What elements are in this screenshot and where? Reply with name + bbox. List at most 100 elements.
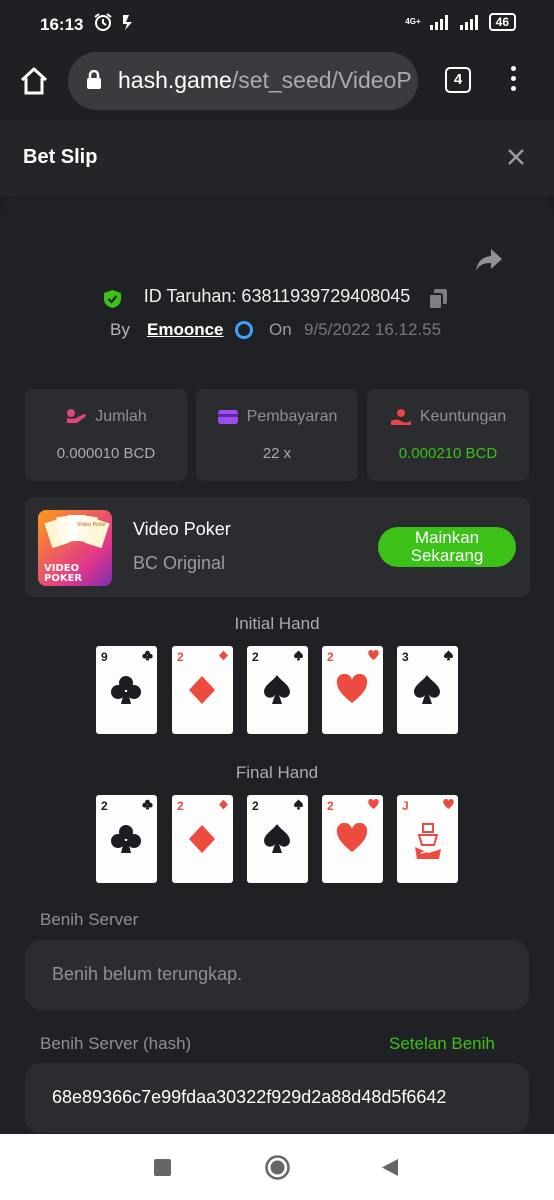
more-options-icon[interactable] [509, 66, 517, 96]
stat-value: 0.000010 BCD [56, 445, 156, 462]
clubs-suit-icon [111, 825, 141, 853]
game-thumbnail: Video Poker VIDEO POKER [38, 510, 112, 586]
url-path: /set_seed/VideoP [231, 67, 412, 93]
bet-date: 9/5/2022 16.12.55 [304, 320, 442, 339]
hearts-pip-icon [443, 799, 454, 809]
playing-card: 3 [397, 646, 458, 734]
home-nav-icon[interactable] [264, 1154, 291, 1181]
signal-icon-2 [459, 15, 478, 30]
share-icon[interactable] [475, 247, 503, 273]
card-rank: 2 [327, 799, 334, 813]
address-bar[interactable]: hash.game/set_seed/VideoP [68, 52, 418, 110]
stat-value: 22 x [262, 445, 292, 462]
playing-card: 9 [96, 646, 157, 734]
diamonds-suit-icon [189, 825, 215, 853]
playing-card: 2 [322, 646, 383, 734]
tab-switcher-button[interactable]: 4 [445, 67, 471, 93]
hearts-pip-icon [368, 650, 379, 660]
video-poker-logo: Video Poker VIDEO POKER [44, 514, 110, 584]
by-label: By [110, 320, 130, 339]
playing-card: 2 [96, 795, 157, 883]
server-seed-field[interactable]: Benih belum terungkap. [25, 940, 529, 1010]
spades-suit-icon [414, 675, 440, 704]
game-name: Video Poker [133, 519, 231, 539]
playing-card: 2 [172, 646, 233, 734]
stat-label: Jumlah [95, 408, 147, 426]
clock: 16:13 [40, 15, 84, 34]
url-host: hash.game [118, 67, 232, 93]
battery-icon: 46 [488, 13, 516, 31]
card-rank: 2 [327, 650, 334, 664]
card-rank: 9 [101, 650, 108, 664]
hearts-suit-icon [336, 674, 368, 703]
diamonds-suit-icon [189, 676, 215, 704]
spades-pip-icon [294, 650, 303, 661]
game-card: Video Poker VIDEO POKER Video Poker BC O… [25, 497, 530, 597]
card-rank: 3 [402, 650, 409, 664]
browser-toolbar: hash.game/set_seed/VideoP 4 [0, 48, 554, 120]
recents-icon[interactable] [154, 1159, 171, 1176]
card-rank: 2 [101, 799, 108, 813]
status-bar: 16:13 4G+ 46 [0, 0, 554, 48]
system-nav-bar [0, 1134, 554, 1200]
playing-card: 2 [322, 795, 383, 883]
signal-icon [429, 15, 448, 30]
server-seed-value: Benih belum terungkap. [52, 964, 243, 984]
stat-payout: Pembayaran 22 x [196, 389, 358, 481]
home-icon[interactable] [18, 65, 50, 97]
clubs-suit-icon [111, 676, 141, 704]
card-rank: 2 [177, 650, 184, 664]
clubs-pip-icon [142, 799, 153, 810]
play-now-button[interactable]: Mainkan Sekarang [378, 527, 516, 567]
spades-suit-icon [264, 675, 290, 704]
user-link[interactable]: Emoonce [147, 320, 224, 340]
stat-profit: Keuntungan 0.000210 BCD [367, 389, 529, 481]
close-icon[interactable] [507, 148, 525, 166]
page-title: Bet Slip [23, 146, 98, 168]
spades-pip-icon [294, 799, 303, 810]
stat-value: 0.000210 BCD [398, 445, 498, 462]
diamonds-pip-icon [219, 650, 228, 661]
svg-text:POKER: POKER [44, 573, 82, 584]
user-badge-icon [235, 321, 253, 339]
jack-figure-icon [415, 823, 441, 859]
hearts-suit-icon [336, 823, 368, 852]
card-rank: J [402, 799, 409, 813]
spades-suit-icon [264, 824, 290, 853]
card-rank: 2 [252, 650, 259, 664]
app-notification-icon [123, 15, 132, 30]
diamonds-pip-icon [219, 799, 228, 810]
server-hash-field[interactable]: 68e89366c7e99fdaa30322f929d2a88d48d5f664… [25, 1063, 529, 1133]
game-provider: BC Original [133, 553, 226, 573]
playing-card: 2 [172, 795, 233, 883]
stat-amount: Jumlah 0.000010 BCD [25, 389, 187, 481]
clubs-pip-icon [142, 650, 153, 661]
stat-label: Pembayaran [246, 408, 338, 426]
seed-settings-link[interactable]: Setelan Benih [389, 1034, 495, 1054]
playing-card: J [397, 795, 458, 883]
alarm-icon [94, 13, 112, 31]
back-icon[interactable] [381, 1158, 399, 1177]
profit-icon [390, 409, 411, 425]
server-hash-label: Benih Server (hash) [40, 1034, 192, 1053]
stat-label: Keuntungan [419, 408, 507, 426]
hearts-pip-icon [368, 799, 379, 809]
network-type: 4G+ [405, 17, 421, 26]
server-seed-label: Benih Server [40, 910, 139, 929]
modal-header: Bet Slip [0, 120, 554, 196]
playing-card: 2 [247, 795, 308, 883]
playing-card: 2 [247, 646, 308, 734]
server-hash-value: 68e89366c7e99fdaa30322f929d2a88d48d5f664… [52, 1087, 447, 1107]
copy-icon[interactable] [428, 288, 448, 310]
svg-text:Video Poker: Video Poker [77, 522, 107, 528]
final-hand-label: Final Hand [235, 763, 319, 782]
initial-hand-label: Initial Hand [234, 614, 320, 633]
lock-icon [87, 70, 101, 89]
spades-pip-icon [444, 650, 453, 661]
card-rank: 2 [252, 799, 259, 813]
bet-id: ID Taruhan: 63811939729408045 [143, 286, 411, 306]
card-payment-icon [217, 410, 238, 424]
amount-icon [67, 409, 86, 423]
card-rank: 2 [177, 799, 184, 813]
on-label: On [269, 320, 292, 339]
